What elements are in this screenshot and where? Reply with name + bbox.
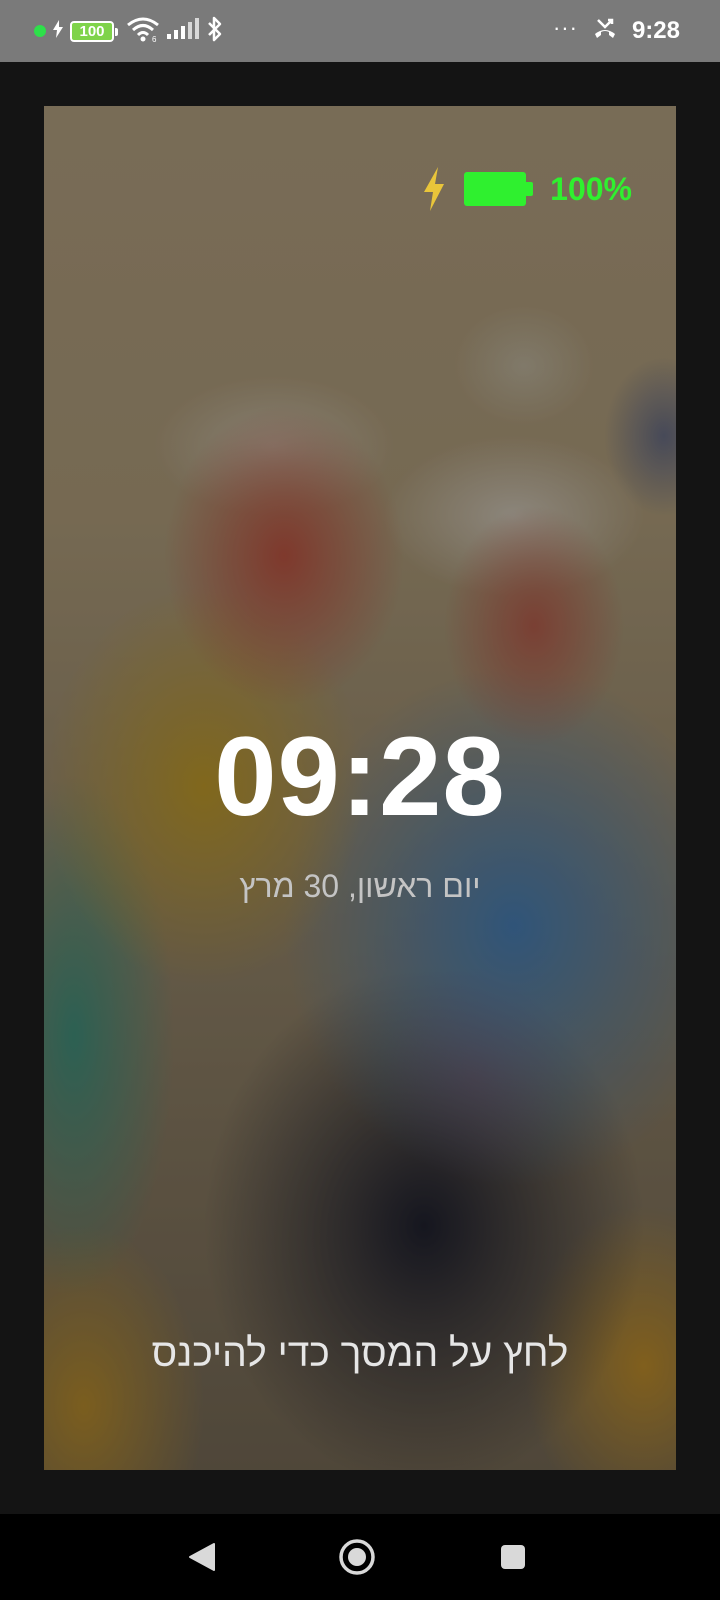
home-icon [339, 1539, 375, 1575]
battery-icon: 100 [70, 20, 118, 42]
status-battery-level: 100 [79, 22, 105, 40]
notification-dot-icon [34, 25, 46, 37]
battery-percentage: 100% [550, 170, 632, 207]
recents-icon [501, 1545, 525, 1569]
navigation-bar [0, 1514, 720, 1600]
recents-button[interactable] [478, 1514, 548, 1600]
status-left-icons: 100 6 [34, 0, 224, 62]
missed-call-icon [592, 18, 618, 45]
lock-screen[interactable]: 100% 09:28 יום ראשון, 30 מרץ לחץ על המסך… [44, 106, 676, 1470]
back-icon [189, 1543, 215, 1571]
battery-full-icon [464, 172, 534, 206]
signal-icon [166, 17, 200, 45]
more-notifications-icon: ··· [552, 15, 578, 40]
charging-bolt-icon [422, 167, 446, 211]
tap-to-enter-hint: לחץ על המסך כדי להיכנס [151, 1332, 569, 1375]
status-time: 9:28 [631, 17, 680, 44]
lock-clock: 09:28 [214, 714, 506, 839]
wifi-icon: 6 [126, 16, 160, 47]
charging-bolt-icon [52, 19, 64, 43]
back-button[interactable] [167, 1514, 237, 1600]
bluetooth-icon [206, 16, 224, 47]
lock-date: יום ראשון, 30 מרץ [239, 868, 481, 904]
status-right-icons: ··· 9:28 [553, 0, 680, 62]
status-bar: 100 6 ··· 9:28 [0, 0, 720, 62]
svg-text:6: 6 [152, 35, 157, 42]
home-button[interactable] [322, 1514, 392, 1600]
lock-battery-indicator: 100% [422, 164, 632, 214]
